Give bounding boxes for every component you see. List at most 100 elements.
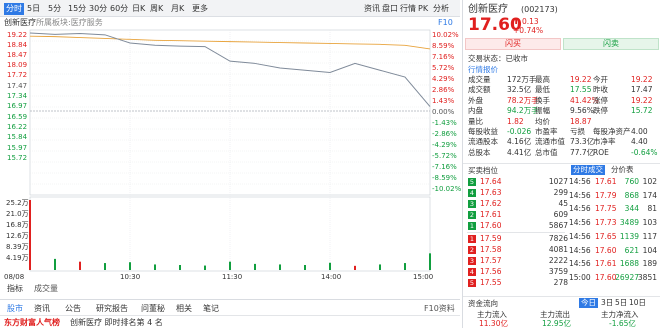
stat-label: 今开 bbox=[593, 75, 608, 84]
pct-tick-label: -8.59% bbox=[432, 174, 457, 182]
stat-value: 9.56% bbox=[570, 106, 594, 116]
tick-price: 17.61 bbox=[595, 259, 617, 269]
f10-data-link[interactable]: F10资料 bbox=[424, 304, 455, 314]
tick-time: 14:56 bbox=[569, 218, 591, 228]
volume-bar bbox=[104, 263, 106, 270]
ob-price[interactable]: 17.61 bbox=[480, 210, 501, 219]
tab-fund-today[interactable]: 今日 bbox=[579, 298, 598, 308]
stat-label: 均价 bbox=[535, 116, 550, 126]
tab-fund-10day[interactable]: 10日 bbox=[629, 298, 646, 308]
tick-time: 14:56 bbox=[569, 231, 591, 241]
volume-bar bbox=[29, 200, 31, 270]
stat-label: 市净率 bbox=[593, 137, 616, 147]
quote-section-title: 行情报价 bbox=[468, 65, 498, 74]
price-tick-label: 17.47 bbox=[7, 82, 28, 90]
stat-value: 17.47 bbox=[631, 85, 653, 95]
orderbook-title: 买卖档位 bbox=[468, 166, 498, 175]
tab-stock-market[interactable]: 股市 bbox=[7, 304, 23, 314]
ob-volume: 2222 bbox=[548, 256, 568, 265]
stat-label: 昨收 bbox=[593, 85, 608, 95]
level-badge: 3 bbox=[468, 200, 476, 208]
stat-label: ROE bbox=[593, 147, 609, 157]
stat-value: 78.2万手 bbox=[507, 95, 539, 105]
stock-name: 创新医疗 bbox=[468, 4, 508, 15]
quick-sell-button[interactable]: 闪卖 bbox=[563, 38, 659, 50]
volume-bar bbox=[404, 263, 406, 270]
tick-price: 17.79 bbox=[595, 190, 617, 200]
stat-value: 1.82 bbox=[507, 116, 524, 126]
price-tick-label: 16.22 bbox=[7, 123, 28, 131]
tab-indicator[interactable]: 指标 bbox=[7, 284, 23, 294]
pct-tick-label: -1.43% bbox=[432, 119, 457, 127]
tick-time: 15:00 bbox=[569, 272, 591, 282]
volume-bar bbox=[429, 253, 431, 270]
tab-price-table[interactable]: 分价表 bbox=[611, 165, 634, 175]
ob-price[interactable]: 17.63 bbox=[480, 188, 501, 197]
pct-tick-label: 2.86% bbox=[432, 86, 455, 94]
price-tick-label: 17.34 bbox=[7, 92, 28, 100]
price-tick-label: 16.97 bbox=[7, 102, 28, 110]
ob-price[interactable]: 17.59 bbox=[480, 234, 501, 243]
volume-tick-label: 12.6万 bbox=[6, 232, 29, 240]
volume-bar bbox=[254, 263, 256, 270]
ob-volume: 1027 bbox=[548, 177, 568, 186]
tab-research[interactable]: 研究报告 bbox=[96, 304, 128, 314]
stat-value: 19.22 bbox=[631, 95, 653, 105]
price-change-pct: +0.74% bbox=[513, 26, 544, 35]
tick-volume: 760 bbox=[624, 177, 639, 186]
volume-bar bbox=[304, 265, 306, 270]
quick-buy-button[interactable]: 闪买 bbox=[465, 38, 561, 50]
ob-price[interactable]: 17.57 bbox=[480, 256, 501, 265]
intraday-chart[interactable] bbox=[0, 0, 460, 285]
level-badge: 1 bbox=[468, 235, 476, 243]
tab-notes[interactable]: 笔记 bbox=[203, 304, 219, 314]
price-tick-label: 15.72 bbox=[7, 154, 28, 162]
ob-price[interactable]: 17.60 bbox=[480, 221, 501, 230]
tab-tick-trades[interactable]: 分时成交 bbox=[571, 165, 605, 175]
ob-price[interactable]: 17.55 bbox=[480, 278, 501, 287]
fund-divider bbox=[463, 296, 660, 297]
ob-price[interactable]: 17.58 bbox=[480, 245, 501, 254]
tick-time: 14:56 bbox=[569, 204, 591, 214]
tick-price: 17.60 bbox=[595, 272, 617, 282]
price-change: 0.13 bbox=[522, 17, 539, 26]
pct-tick-label: 0.00% bbox=[432, 108, 455, 116]
tab-related[interactable]: 相关 bbox=[176, 304, 192, 314]
level-badge: 5 bbox=[468, 279, 476, 287]
quote-panel: 创新医疗 (002173) 17.60 ⬆ 0.13 +0.74% 闪买 闪卖 … bbox=[462, 0, 660, 328]
stat-label: 换手 bbox=[535, 95, 550, 105]
news-divider bbox=[0, 315, 460, 316]
pct-tick-label: -4.29% bbox=[432, 141, 457, 149]
pct-tick-label: 7.16% bbox=[432, 53, 455, 61]
ob-divider bbox=[463, 163, 660, 164]
tab-news-bottom[interactable]: 资讯 bbox=[34, 304, 50, 314]
volume-bar bbox=[229, 261, 231, 270]
level-badge: 2 bbox=[468, 246, 476, 254]
tab-volume[interactable]: 成交量 bbox=[34, 284, 58, 294]
tick-count: 103 bbox=[642, 218, 657, 228]
stat-label: 总市值 bbox=[535, 147, 558, 157]
level-badge: 5 bbox=[468, 178, 476, 186]
pct-tick-label: 8.59% bbox=[432, 42, 455, 50]
price-tick-label: 18.47 bbox=[7, 51, 28, 59]
tab-fund-5day[interactable]: 5日 bbox=[615, 298, 627, 308]
volume-tick-label: 25.2万 bbox=[6, 199, 29, 207]
ob-volume: 299 bbox=[553, 188, 568, 197]
level-badge: 1 bbox=[468, 222, 476, 230]
tab-announcements[interactable]: 公告 bbox=[65, 304, 81, 314]
tab-fund-3day[interactable]: 3日 bbox=[601, 298, 613, 308]
stat-label: 量比 bbox=[468, 116, 483, 126]
stat-value: -0.026 bbox=[507, 127, 532, 136]
time-tick-label: 08/08 bbox=[4, 273, 25, 281]
ob-price[interactable]: 17.56 bbox=[480, 267, 501, 276]
popularity-rank-text[interactable]: 创新医疗 即时排名第 4 名 bbox=[70, 318, 163, 328]
ob-price[interactable]: 17.64 bbox=[480, 177, 501, 186]
volume-tick-label: 21.0万 bbox=[6, 210, 29, 218]
ob-price[interactable]: 17.62 bbox=[480, 199, 501, 208]
stat-label: 最高 bbox=[535, 75, 550, 84]
tab-ask-secretary[interactable]: 问董秘 bbox=[141, 304, 165, 314]
stat-value: 17.55 bbox=[570, 85, 592, 95]
volume-tick-label: 16.8万 bbox=[6, 221, 29, 229]
stat-value: 77.7亿 bbox=[570, 147, 595, 157]
tick-volume: 868 bbox=[624, 190, 639, 200]
